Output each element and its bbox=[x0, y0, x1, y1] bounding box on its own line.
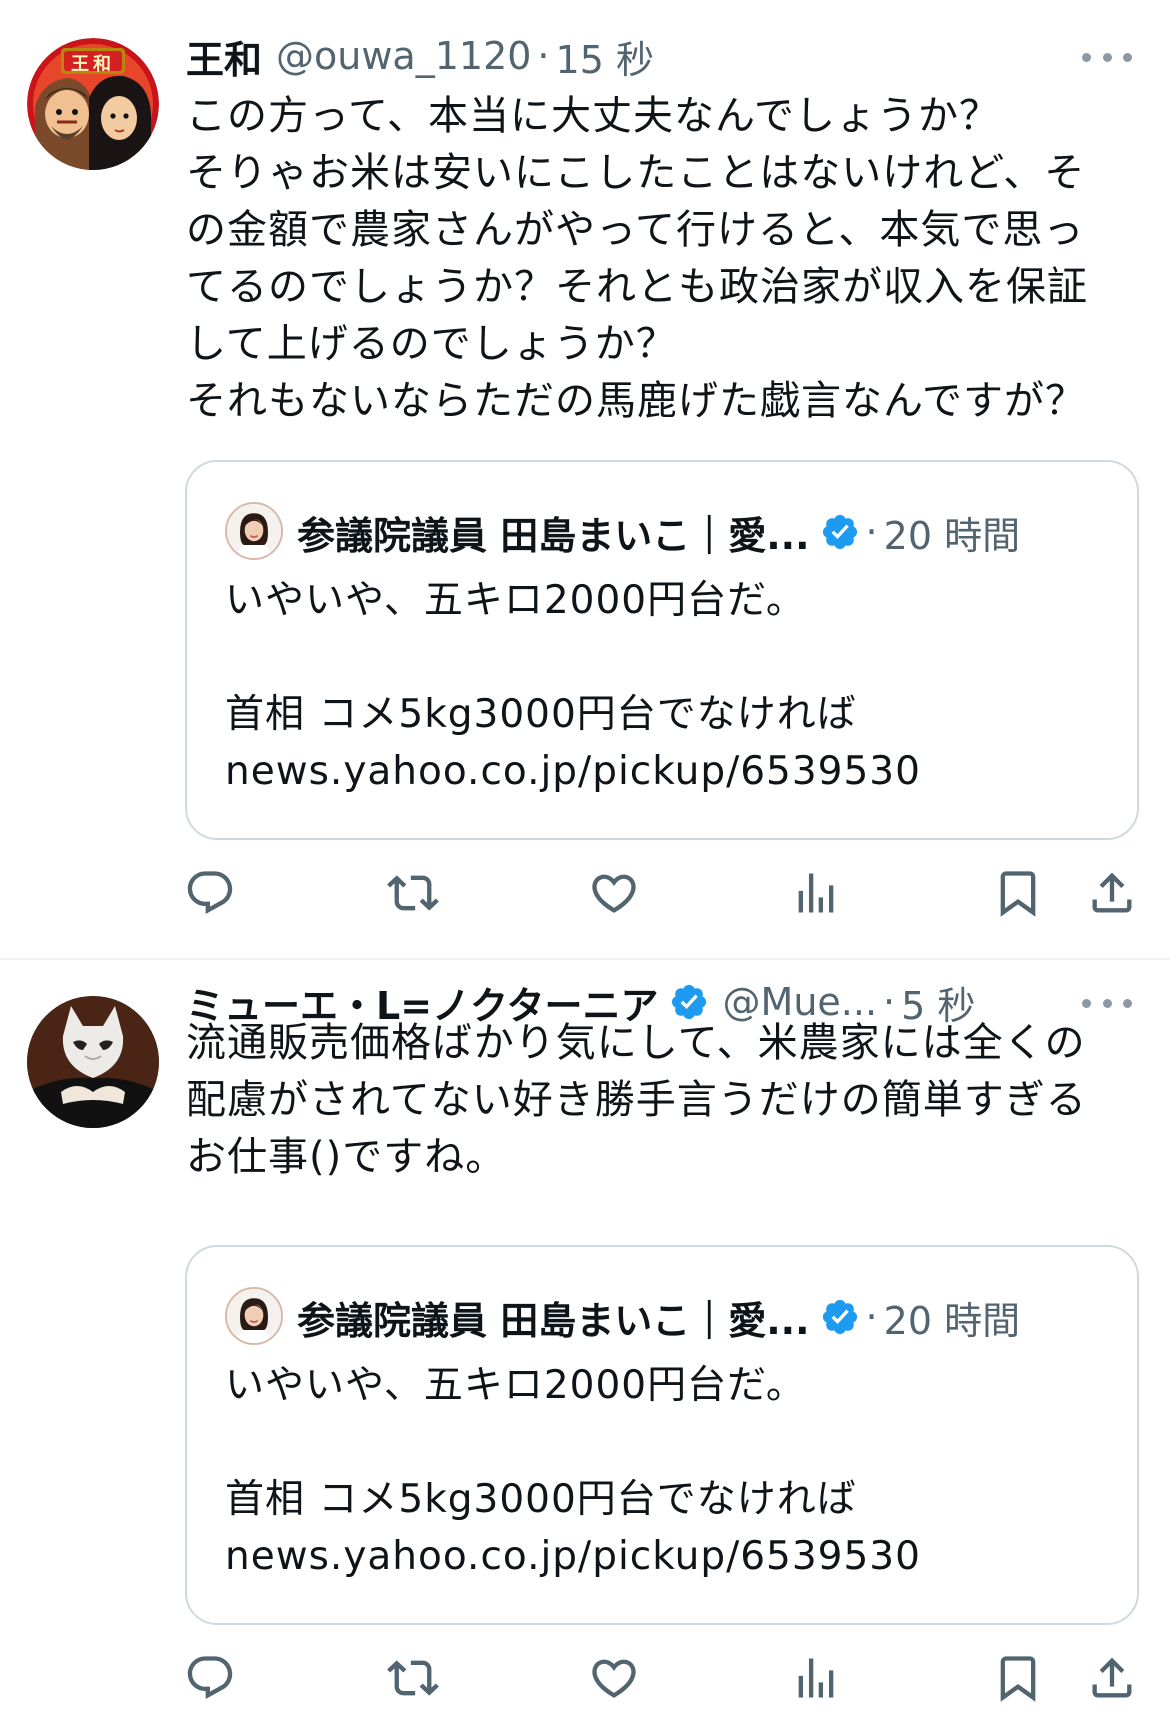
quote-display-name[interactable]: 参議院議員 田島まいこ｜愛... bbox=[297, 505, 810, 560]
tweet-header: 王和 @ouwa_1120 · 15 秒 bbox=[186, 28, 654, 84]
quote-display-name[interactable]: 参議院議員 田島まいこ｜愛... bbox=[297, 1290, 810, 1345]
quote-tweet[interactable]: 参議院議員 田島まいこ｜愛... · 20 時間 いやいや、五キロ2000円台だ… bbox=[185, 1245, 1139, 1625]
quote-avatar[interactable] bbox=[225, 1287, 283, 1345]
quote-avatar-photo bbox=[227, 1289, 281, 1343]
handle[interactable]: @ouwa_1120 bbox=[276, 34, 531, 78]
quote-tweet[interactable]: 参議院議員 田島まいこ｜愛... · 20 時間 いやいや、五キロ2000円台だ… bbox=[185, 460, 1139, 840]
timestamp[interactable]: 15 秒 bbox=[556, 29, 654, 84]
reply-icon[interactable] bbox=[180, 858, 240, 928]
quote-timestamp[interactable]: 20 時間 bbox=[884, 1290, 1020, 1345]
quote-header: 参議院議員 田島まいこ｜愛... · 20 時間 bbox=[297, 504, 1020, 560]
quote-avatar-photo bbox=[227, 504, 281, 558]
separator-dot: · bbox=[865, 510, 878, 554]
retweet-icon[interactable] bbox=[383, 858, 443, 928]
verified-badge-icon bbox=[820, 1297, 860, 1337]
avatar[interactable]: 王和 bbox=[27, 38, 159, 170]
display-name[interactable]: 王和 bbox=[186, 29, 262, 84]
tweet[interactable]: 王和 王和 @ouwa_1120 · 15 秒 この方って、本当に大丈夫なんでし… bbox=[0, 0, 1170, 958]
avatar[interactable] bbox=[27, 996, 159, 1128]
tweet-text: 流通販売価格ばかり気にして、米農家には全くの 配慮がされてない好き勝手言うだけの… bbox=[186, 1020, 1087, 1180]
avatar-badge-text: 王和 bbox=[71, 54, 115, 75]
separator-dot: · bbox=[537, 34, 550, 78]
tweet-text: この方って、本当に大丈夫なんでしょうか？ そりゃお米は安いにこしたことはないけれ… bbox=[186, 93, 1088, 424]
quote-avatar[interactable] bbox=[225, 502, 283, 560]
views-icon[interactable] bbox=[786, 1643, 846, 1713]
share-icon[interactable] bbox=[1082, 1643, 1142, 1713]
like-icon[interactable] bbox=[584, 858, 644, 928]
reply-icon[interactable] bbox=[180, 1643, 240, 1713]
avatar-illustration bbox=[27, 996, 159, 1128]
share-icon[interactable] bbox=[1082, 858, 1142, 928]
action-bar bbox=[0, 858, 1170, 928]
more-options-icon[interactable] bbox=[1082, 37, 1132, 77]
tweet[interactable]: ミューエ・L=ノクターニア @Mue... · 5 秒 流通販売価格ばかり気にし… bbox=[0, 960, 1170, 1728]
quote-text: いやいや、五キロ2000円台だ。 首相 コメ5kg3000円台でなければ new… bbox=[225, 578, 921, 794]
quote-timestamp[interactable]: 20 時間 bbox=[884, 505, 1020, 560]
separator-dot: · bbox=[865, 1295, 878, 1339]
action-bar bbox=[0, 1643, 1170, 1713]
bookmark-icon[interactable] bbox=[988, 858, 1048, 928]
quote-header: 参議院議員 田島まいこ｜愛... · 20 時間 bbox=[297, 1289, 1020, 1345]
views-icon[interactable] bbox=[786, 858, 846, 928]
retweet-icon[interactable] bbox=[383, 1643, 443, 1713]
like-icon[interactable] bbox=[584, 1643, 644, 1713]
bookmark-icon[interactable] bbox=[988, 1643, 1048, 1713]
verified-badge-icon bbox=[820, 512, 860, 552]
quote-text: いやいや、五キロ2000円台だ。 首相 コメ5kg3000円台でなければ new… bbox=[225, 1363, 921, 1579]
